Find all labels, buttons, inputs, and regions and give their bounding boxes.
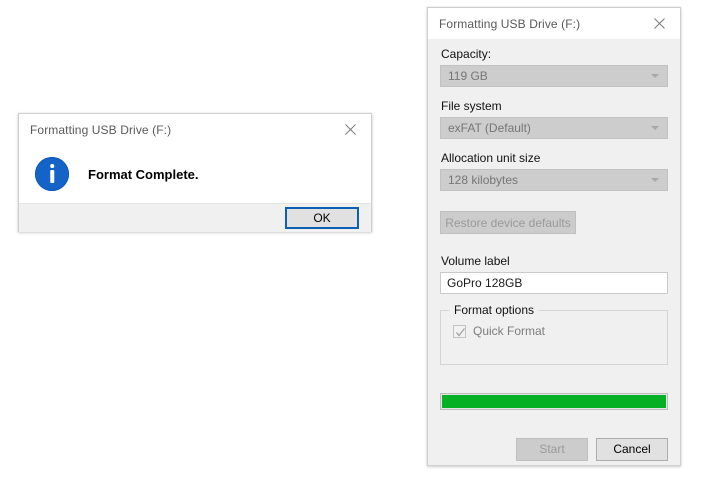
format-usb-drive-dialog: Formatting USB Drive (F:) Capacity: 119 …: [427, 7, 681, 466]
quick-format-checkbox-row[interactable]: Quick Format: [453, 324, 657, 338]
ok-button[interactable]: OK: [285, 207, 359, 229]
info-icon-dot: [50, 164, 54, 168]
file-system-select[interactable]: exFAT (Default): [440, 117, 668, 139]
capacity-select[interactable]: 119 GB: [440, 65, 668, 87]
start-button[interactable]: Start: [516, 438, 588, 461]
format-progress-fill: [442, 395, 666, 408]
complete-dialog-footer: OK: [19, 203, 371, 232]
close-icon[interactable]: [638, 9, 680, 39]
chevron-down-icon: [651, 178, 659, 182]
info-icon: [35, 157, 69, 191]
chevron-down-icon: [651, 74, 659, 78]
close-icon[interactable]: [329, 115, 371, 145]
cancel-button[interactable]: Cancel: [596, 438, 668, 461]
file-system-value: exFAT (Default): [448, 121, 531, 135]
info-icon-stem: [50, 170, 54, 183]
format-options-legend: Format options: [449, 303, 540, 317]
restore-device-defaults-button[interactable]: Restore device defaults: [440, 211, 576, 234]
volume-label-label: Volume label: [441, 254, 510, 268]
format-dialog-button-row: Start Cancel: [440, 438, 668, 461]
volume-label-value: GoPro 128GB: [447, 276, 523, 290]
format-dialog-title: Formatting USB Drive (F:): [439, 16, 581, 31]
check-icon: [455, 327, 466, 337]
quick-format-checkbox[interactable]: [453, 324, 466, 338]
quick-format-label: Quick Format: [473, 324, 546, 338]
format-complete-dialog: Formatting USB Drive (F:) Format Complet…: [18, 113, 372, 232]
file-system-label: File system: [441, 99, 502, 113]
complete-dialog-title: Formatting USB Drive (F:): [30, 122, 172, 137]
capacity-value: 119 GB: [448, 69, 488, 83]
format-dialog-content: Capacity: 119 GB File system exFAT (Defa…: [428, 39, 680, 465]
allocation-unit-size-select[interactable]: 128 kilobytes: [440, 169, 668, 191]
format-progress-bar: [440, 393, 668, 410]
allocation-unit-size-label: Allocation unit size: [441, 151, 541, 165]
complete-dialog-titlebar: Formatting USB Drive (F:): [19, 114, 371, 145]
volume-label-input[interactable]: GoPro 128GB: [440, 272, 668, 294]
chevron-down-icon: [651, 126, 659, 130]
format-dialog-titlebar: Formatting USB Drive (F:): [428, 8, 680, 39]
capacity-label: Capacity:: [441, 47, 492, 61]
complete-dialog-body: Format Complete.: [19, 145, 371, 203]
allocation-unit-size-value: 128 kilobytes: [448, 173, 519, 187]
format-complete-message: Format Complete.: [88, 166, 199, 182]
format-options-group: Format options Quick Format: [440, 303, 668, 365]
